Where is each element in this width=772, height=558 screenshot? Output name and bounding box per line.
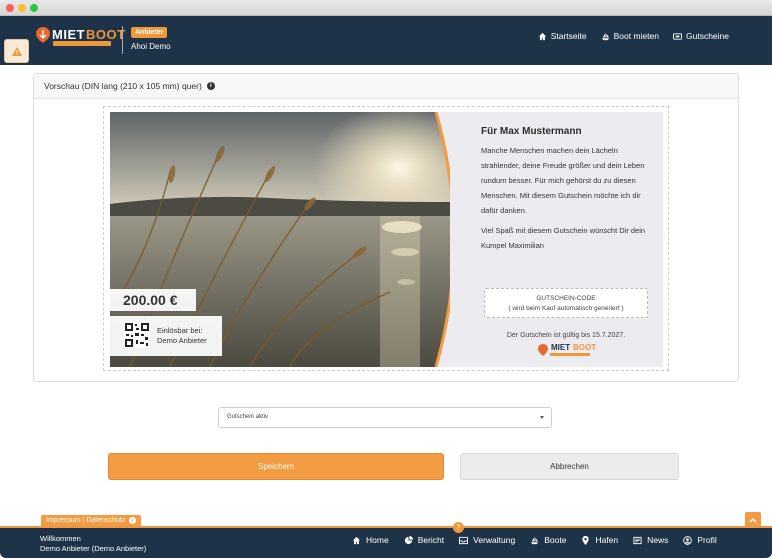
info-icon: i <box>129 517 137 524</box>
voucher-recipient: Für Max Mustermann <box>481 126 582 137</box>
voucher-validity: Der Gutschein ist gültig bis 15.7.2027. <box>506 332 626 339</box>
logo-pin-icon <box>36 27 50 43</box>
close-window-button[interactable] <box>6 4 14 12</box>
top-nav: Startseite Boot mieten Gutscheine <box>538 31 729 41</box>
chevron-up-icon <box>749 517 757 523</box>
welcome-label: Willkommen <box>40 534 81 543</box>
print-area: 200.00 € Einlösbar bei: Demo Anbieter Fü… <box>103 106 669 371</box>
ticket-icon <box>673 32 682 40</box>
redeem-box: Einlösbar bei: Demo Anbieter <box>110 316 222 356</box>
mietboot-logo[interactable]: MIET BOOT <box>36 27 125 49</box>
bottom-nav-hafen-label: Hafen <box>595 535 619 545</box>
home-icon <box>352 536 361 544</box>
voucher-amount: 200.00 € <box>110 289 196 311</box>
bottom-nav-home-label: Home <box>366 535 389 545</box>
redeem-vendor: Demo Anbieter <box>157 336 207 345</box>
nav-boot-mieten[interactable]: Boot mieten <box>601 31 659 41</box>
app-window: MIET BOOT Anbieter Ahoi Demo Startseite … <box>0 0 772 558</box>
notification-badge: 7 <box>453 522 465 533</box>
zoom-window-button[interactable] <box>30 4 38 12</box>
nav-startseite[interactable]: Startseite <box>538 31 587 41</box>
logo-text-right: BOOT <box>86 27 126 42</box>
preview-card: Vorschau (DIN lang (210 x 105 mm) quer) … <box>33 73 739 382</box>
map-pin-icon <box>582 535 590 545</box>
redeem-label: Einlösbar bei: <box>157 326 203 335</box>
voucher-logo-text-left: MIET <box>551 343 571 352</box>
voucher-text: Für Max Mustermann Manche Menschen mache… <box>481 126 651 253</box>
newspaper-icon <box>633 536 642 544</box>
bottom-nav-hafen[interactable]: Hafen <box>581 535 618 545</box>
bottom-nav-profil-label: Profil <box>697 535 717 545</box>
logo-tagline <box>53 41 111 46</box>
status-select[interactable]: Gutschein aktiv <box>218 407 552 428</box>
pie-chart-icon <box>404 535 413 544</box>
preview-card-header: Vorschau (DIN lang (210 x 105 mm) quer) … <box>34 74 738 99</box>
bottom-nav: Home Bericht 7 Verwaltung Boote Hafen Ne… <box>352 522 717 545</box>
qr-code-icon <box>124 322 150 348</box>
nav-boot-mieten-label: Boot mieten <box>613 31 659 41</box>
sailboat-icon <box>531 536 539 544</box>
bottom-nav-news[interactable]: News <box>633 535 668 545</box>
inbox-icon <box>459 536 469 544</box>
voucher-code-hint: ( wird beim Kauf automatisch generiert ) <box>508 305 624 312</box>
cancel-button[interactable]: Abbrechen <box>460 453 679 480</box>
bottom-nav-boote-label: Boote <box>544 535 567 545</box>
voucher-signoff: Viel Spaß mit diesem Gutschein wünscht D… <box>481 226 646 250</box>
nav-gutscheine[interactable]: Gutscheine <box>673 31 729 41</box>
window-titlebar <box>0 0 772 16</box>
voucher-code-box: GUTSCHEIN-CODE ( wird beim Kauf automati… <box>484 288 648 318</box>
logo-text-left: MIET <box>52 27 86 42</box>
home-icon <box>538 32 546 40</box>
bottom-nav-verwaltung[interactable]: 7 Verwaltung <box>453 522 516 545</box>
bottom-nav-boote[interactable]: Boote <box>530 535 566 545</box>
save-button[interactable]: Speichern <box>108 453 444 480</box>
current-user: Demo Anbieter (Demo Anbieter) <box>40 544 147 553</box>
role-badge: Anbieter <box>131 27 168 38</box>
bottom-nav-profil[interactable]: Profil <box>683 535 717 545</box>
status-select-value: Gutschein aktiv <box>227 414 269 420</box>
user-icon <box>683 535 693 545</box>
nav-gutscheine-label: Gutscheine <box>686 31 729 41</box>
sailboat-icon <box>601 32 609 40</box>
bottom-bar: Willkommen Demo Anbieter (Demo Anbieter)… <box>0 522 772 558</box>
voucher-logo-text-right: BOOT <box>573 343 597 352</box>
top-header: MIET BOOT Anbieter Ahoi Demo Startseite … <box>0 16 772 65</box>
bottom-nav-bericht[interactable]: Bericht <box>404 535 444 545</box>
voucher-preview: 200.00 € Einlösbar bei: Demo Anbieter Fü… <box>110 112 663 367</box>
warning-icon <box>11 46 22 56</box>
welcome-block: Willkommen Demo Anbieter (Demo Anbieter) <box>40 534 146 554</box>
impressum-label: Impressum | Datenschutz <box>46 517 126 524</box>
impressum-link[interactable]: Impressum | Datenschutz i <box>41 515 142 526</box>
header-divider <box>122 26 123 54</box>
bottom-nav-bericht-label: Bericht <box>417 535 445 545</box>
nav-startseite-label: Startseite <box>550 31 587 41</box>
account-name: Ahoi Demo <box>131 42 171 51</box>
voucher-code-label: GUTSCHEIN-CODE <box>536 295 596 302</box>
chevron-down-icon <box>540 416 544 419</box>
bottom-nav-verwaltung-label: Verwaltung <box>473 535 516 545</box>
warning-button[interactable] <box>4 39 29 63</box>
info-icon[interactable]: i <box>206 82 215 90</box>
bottom-nav-news-label: News <box>647 535 669 545</box>
preview-title: Vorschau (DIN lang (210 x 105 mm) quer) <box>44 81 202 91</box>
bottom-nav-home[interactable]: Home <box>352 535 389 545</box>
minimize-window-button[interactable] <box>18 4 26 12</box>
voucher-message: Manche Menschen machen dein Lächeln stra… <box>481 146 645 215</box>
